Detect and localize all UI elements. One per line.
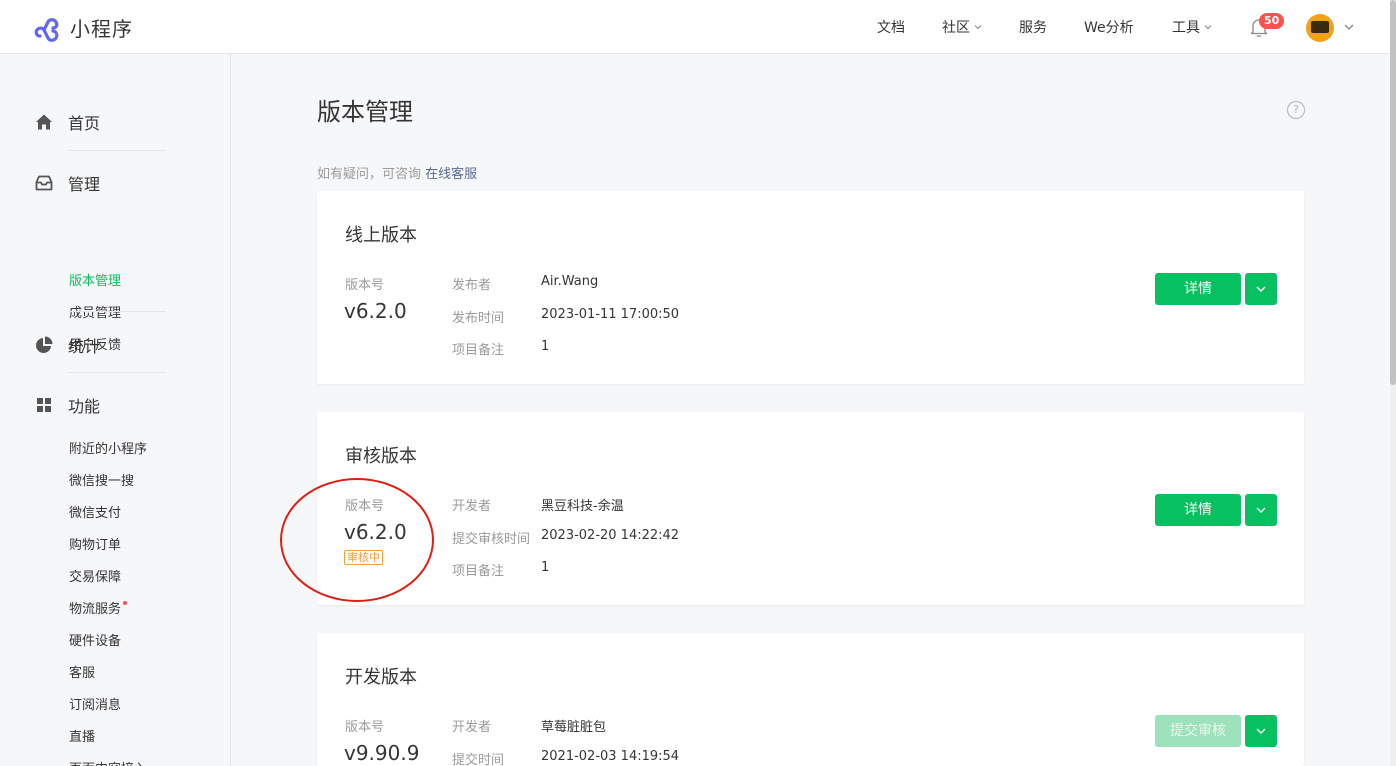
logo[interactable]: 小程序: [34, 13, 133, 42]
field-value: 1: [541, 339, 550, 354]
field-label: 开发者: [452, 720, 492, 735]
field-label: 提交审核时间: [452, 532, 531, 547]
hint-text: 如有疑问，可咨询 在线客服: [317, 167, 478, 182]
sidebar-item-features[interactable]: 功能: [34, 393, 100, 417]
field-value: Air.Wang: [541, 274, 599, 289]
pie-chart-icon: [36, 336, 53, 353]
version-number: v6.2.0: [344, 299, 407, 323]
sidebar-item-version-management[interactable]: 版本管理: [69, 270, 121, 289]
field-value: 草莓脏脏包: [541, 720, 607, 735]
divider: [68, 372, 166, 373]
sidebar-item-customer-service[interactable]: 客服: [69, 662, 95, 681]
help-icon[interactable]: ?: [1287, 101, 1305, 119]
field-label: 提交时间: [452, 753, 505, 766]
sidebar-item-shopping-orders[interactable]: 购物订单: [69, 534, 121, 553]
field-value: 2021-02-03 14:19:54: [541, 749, 680, 764]
nav-we-analysis[interactable]: We分析: [1084, 0, 1134, 54]
avatar[interactable]: [1306, 14, 1334, 42]
chevron-down-icon: [1204, 25, 1212, 30]
divider: [68, 150, 166, 151]
card-title: 线上版本: [345, 225, 417, 246]
sidebar-item-live[interactable]: 直播: [69, 726, 95, 745]
field-value: 2023-01-11 17:00:50: [541, 307, 680, 322]
field-label: 发布者: [452, 278, 492, 293]
version-label: 版本号: [345, 720, 385, 735]
chevron-down-icon: [1256, 286, 1266, 292]
sidebar-item-subscription-messages[interactable]: 订阅消息: [69, 694, 121, 713]
new-dot-indicator: [123, 601, 128, 605]
submit-review-button[interactable]: 提交审核: [1155, 715, 1241, 747]
field-value: 2023-02-20 14:22:42: [541, 528, 680, 543]
sidebar-item-hardware[interactable]: 硬件设备: [69, 630, 121, 649]
scrollbar[interactable]: [1390, 0, 1396, 766]
scrollbar-thumb[interactable]: [1390, 0, 1396, 385]
mini-program-logo-icon: [34, 17, 59, 42]
page-title: 版本管理: [317, 98, 413, 126]
notification-badge: 50: [1259, 13, 1285, 29]
field-label: 项目备注: [452, 343, 505, 358]
sidebar-item-transaction-guarantee[interactable]: 交易保障: [69, 566, 121, 585]
details-button[interactable]: 详情: [1155, 273, 1241, 305]
annotation-circle: [280, 478, 434, 602]
dev-version-card: 开发版本 版本号 v9.90.9 开发者 草莓脏脏包 提交时间 2021-02-…: [317, 633, 1304, 766]
sidebar-item-manage[interactable]: 管理: [34, 171, 100, 195]
more-dropdown-button[interactable]: [1245, 494, 1277, 526]
review-version-card: 审核版本 版本号 v6.2.0 审核中 开发者 黑豆科技-余温 提交审核时间 2…: [317, 412, 1304, 605]
avatar-image: [1311, 21, 1329, 33]
field-label: 开发者: [452, 499, 492, 514]
sidebar: 首页 管理 版本管理 成员管理 用户反馈 统计 功能 附近的小程序 微信搜一搜 …: [0, 54, 231, 766]
divider: [68, 311, 166, 312]
sidebar-item-page-content[interactable]: 页面内容接入: [69, 758, 147, 766]
version-number: v9.90.9: [344, 741, 420, 765]
field-value: 黑豆科技-余温: [541, 499, 624, 514]
nav-tools[interactable]: 工具: [1172, 0, 1212, 54]
sidebar-item-statistics[interactable]: 统计: [34, 333, 100, 357]
more-dropdown-button[interactable]: [1245, 273, 1277, 305]
field-label: 项目备注: [452, 564, 505, 579]
field-value: 1: [541, 560, 550, 575]
online-support-link[interactable]: 在线客服: [425, 167, 477, 182]
sidebar-item-wechat-search[interactable]: 微信搜一搜: [69, 470, 134, 489]
nav-community[interactable]: 社区: [942, 0, 982, 54]
home-icon: [36, 114, 52, 130]
card-title: 审核版本: [345, 446, 417, 467]
sidebar-item-home[interactable]: 首页: [34, 110, 100, 134]
online-version-card: 线上版本 版本号 v6.2.0 发布者 Air.Wang 发布时间 2023-0…: [317, 191, 1304, 384]
app-title: 小程序: [70, 17, 133, 41]
chevron-down-icon[interactable]: [1344, 22, 1354, 32]
sidebar-item-logistics[interactable]: 物流服务: [69, 598, 128, 617]
version-label: 版本号: [345, 278, 385, 293]
field-label: 发布时间: [452, 311, 505, 326]
inbox-icon: [35, 175, 53, 191]
sidebar-item-nearby-mini-programs[interactable]: 附近的小程序: [69, 438, 147, 457]
nav-docs[interactable]: 文档: [877, 0, 905, 54]
details-button[interactable]: 详情: [1155, 494, 1241, 526]
chevron-down-icon: [974, 25, 982, 30]
chevron-down-icon: [1256, 728, 1266, 734]
grid-icon: [37, 398, 51, 412]
sidebar-item-wechat-pay[interactable]: 微信支付: [69, 502, 121, 521]
top-bar: 小程序 文档 社区 服务 We分析 工具 50: [0, 0, 1390, 54]
chevron-down-icon: [1256, 507, 1266, 513]
more-dropdown-button[interactable]: [1245, 715, 1277, 747]
nav-services[interactable]: 服务: [1019, 0, 1047, 54]
card-title: 开发版本: [345, 667, 417, 688]
